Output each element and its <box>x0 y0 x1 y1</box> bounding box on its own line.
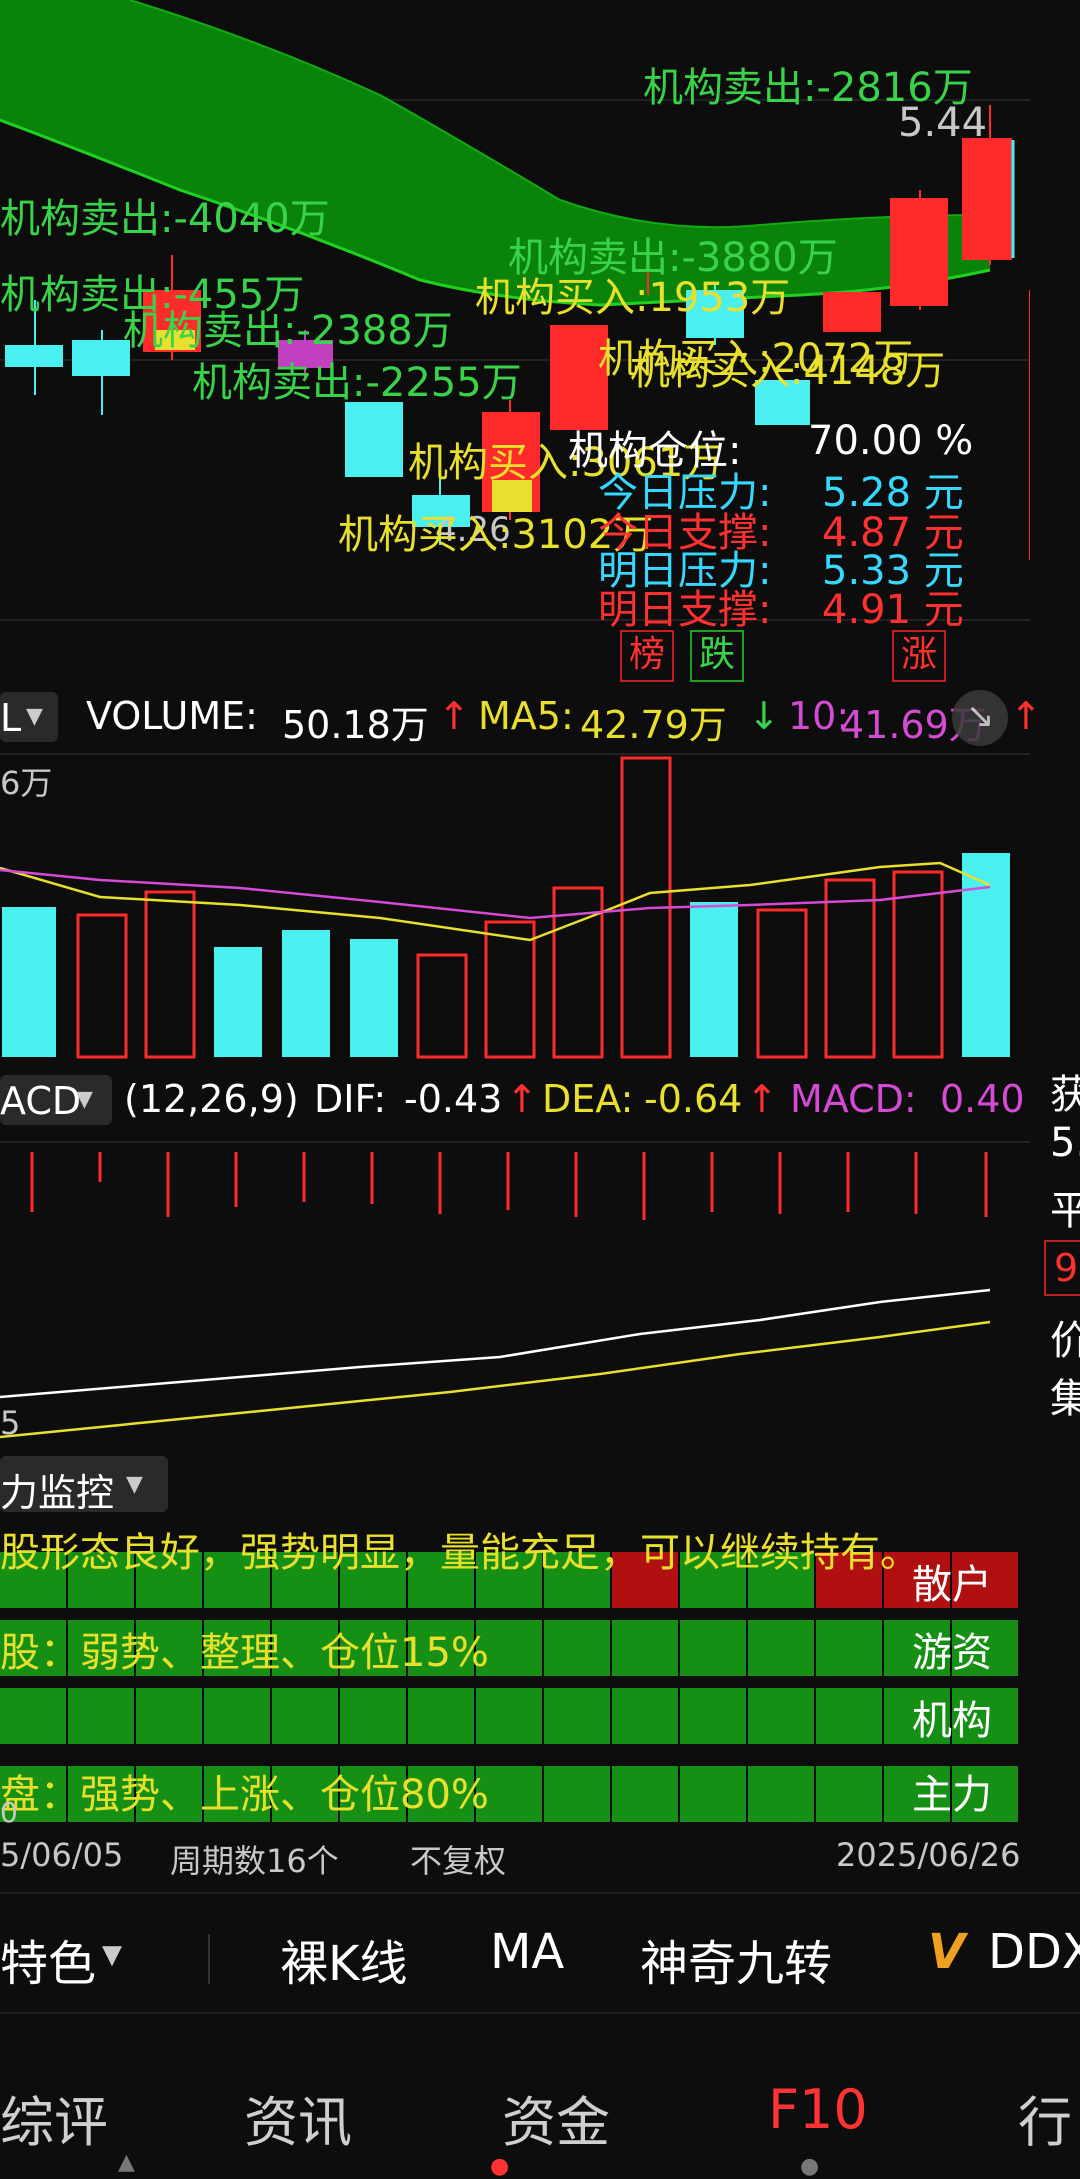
adjust-mode[interactable]: 不复权 <box>410 1836 506 1882</box>
annotation: 机构买入:4148万 <box>630 348 946 394</box>
ma10-line <box>0 868 991 920</box>
chevron-down-icon[interactable]: ▼ <box>102 1940 122 1970</box>
toolbar-item-naked-k[interactable]: 裸K线 <box>280 1924 407 1994</box>
volume-header: L ▼ VOLUME: 50.18万 ↑ MA5: 42.79万 ↓ 10: 4… <box>0 690 1042 747</box>
dif-line <box>0 1288 991 1399</box>
expand-icon[interactable]: ↘ <box>952 690 1008 746</box>
macd-histogram <box>30 1152 988 1220</box>
main-force-text: 盘：强势、上涨、仓位80% <box>0 1772 489 1818</box>
toolbar-item-nine-turns[interactable]: 神奇九转 <box>640 1924 832 1994</box>
status-row-institution <box>0 1688 1020 1744</box>
tab-industry[interactable]: 行 <box>1018 2078 1072 2157</box>
macd-chart-graphics <box>0 1141 1030 1439</box>
side-text: 获 <box>1050 1072 1080 1118</box>
tab-funds[interactable]: 资金 <box>502 2078 610 2157</box>
up-arrow-icon: ↑ <box>1010 694 1042 738</box>
macd-indicator-selector[interactable]: ACD ▼ <box>0 1075 112 1125</box>
chevron-down-icon: ▼ <box>26 704 43 729</box>
monitor-header[interactable]: 力监控 ▼ <box>0 1456 168 1515</box>
up-arrow-icon: ↑ <box>438 694 470 738</box>
macd-axis-label: 5 <box>0 1404 21 1442</box>
dif-label: DIF: <box>314 1077 387 1121</box>
side-panel[interactable]: 获 5. 平 9 价 集 <box>1040 1050 1080 1450</box>
position-value: 70.00 % <box>808 418 974 464</box>
row-label-retail: 散户 <box>912 1562 992 1608</box>
up-arrow-icon: ↑ <box>506 1077 538 1121</box>
dea-value: -0.64 <box>644 1077 743 1121</box>
volume-label: VOLUME: <box>86 694 258 738</box>
tab-indicator-icon: ● <box>800 2154 820 2179</box>
dea-line <box>0 1320 991 1439</box>
side-text: 集 <box>1050 1376 1080 1422</box>
bottom-tab-bar: 综评 资讯 资金 F10 行 ▲ ● ● <box>0 2030 1080 2179</box>
start-date: 5/06/05 <box>0 1836 124 1874</box>
monitor-message: 股形态良好，强势明显，量能充足，可以继续持有。 <box>0 1530 920 1576</box>
toolbar-item-ddx[interactable]: DDX <box>988 1924 1080 1980</box>
v-badge-icon: V <box>928 1924 966 1980</box>
feature-dropdown[interactable]: 特色 <box>0 1924 96 1994</box>
hot-money-text: 股：弱势、整理、仓位15% <box>0 1630 489 1676</box>
up-arrow-icon: ↑ <box>746 1077 778 1121</box>
annotation: 机构卖出:-2816万 <box>643 65 973 111</box>
tab-indicator-icon: ● <box>490 2154 510 2179</box>
monitor-axis-label: 0 <box>0 1796 18 1829</box>
annotation: 机构卖出:-2255万 <box>192 360 522 406</box>
macd-value: 0.40 <box>940 1077 1025 1121</box>
badge-fall: 跌 <box>690 630 744 682</box>
divider <box>0 2012 1080 2014</box>
volume-chart[interactable]: 6万 <box>0 750 1030 1070</box>
side-text: 平 <box>1050 1188 1080 1234</box>
chevron-down-icon: ▼ <box>76 1087 93 1112</box>
volume-axis-label: 6万 <box>0 764 53 802</box>
side-text: 价 <box>1050 1318 1080 1364</box>
macd-label: MACD: <box>790 1077 917 1121</box>
macd-selector-label: ACD <box>0 1079 82 1123</box>
chevron-down-icon: ▼ <box>126 1472 143 1497</box>
row-label-institution: 机构 <box>912 1698 992 1744</box>
ma5-label: MA5: <box>478 694 574 738</box>
divider <box>0 1892 1080 1894</box>
volume-bars <box>2 756 1010 1059</box>
tab-news[interactable]: 资讯 <box>244 2078 352 2157</box>
annotation: 机构卖出:-2388万 <box>123 308 453 354</box>
volume-value: 50.18万 <box>282 703 429 747</box>
cloud-band <box>0 0 990 305</box>
dif-value: -0.43 <box>404 1077 503 1121</box>
indicator-toolbar: 特色 ▼ 裸K线 MA 神奇九转 V DDX <box>0 1900 1080 2010</box>
monitor-panel: 股形态良好，强势明显，量能充足，可以继续持有。 股：弱势、整理、仓位15% 盘：… <box>0 1520 1030 1830</box>
tab-overview[interactable]: 综评 <box>0 2078 108 2157</box>
badge-list: 榜 <box>620 630 674 682</box>
side-badge: 9 <box>1044 1240 1080 1296</box>
tab-f10[interactable]: F10 <box>768 2078 868 2141</box>
tomorrow-support-label: 明日支撑: <box>598 587 772 633</box>
row-label-hot-money: 游资 <box>912 1630 992 1676</box>
price-chart[interactable]: 5.44 4.26 机构卖出:-2816万 机构卖出:-4040万 机构卖出:-… <box>0 0 1030 682</box>
toolbar-separator <box>208 1934 210 1984</box>
chart-footer: 5/06/05 周期数16个 不复权 2025/06/26 <box>0 1836 1030 1882</box>
macd-params: (12,26,9) <box>124 1077 299 1121</box>
volume-chart-graphics <box>0 753 1030 1059</box>
tomorrow-support-value: 4.91 元 <box>822 587 964 633</box>
annotation: 机构卖出:-4040万 <box>0 196 330 242</box>
volume-indicator-selector[interactable]: L ▼ <box>0 692 58 742</box>
row-label-main-force: 主力 <box>912 1772 992 1818</box>
ma5-value: 42.79万 <box>580 703 727 747</box>
down-arrow-icon: ↓ <box>748 694 780 738</box>
macd-header: ACD ▼ (12,26,9) DIF: -0.43 ↑ DEA: -0.64 … <box>0 1073 1040 1129</box>
annotation: 机构买入:1953万 <box>475 275 791 321</box>
period-count: 周期数16个 <box>170 1842 339 1880</box>
monitor-title: 力监控 <box>0 1471 115 1515</box>
dea-label: DEA: <box>542 1077 634 1121</box>
volume-selector-label: L <box>0 696 22 740</box>
toolbar-item-ma[interactable]: MA <box>490 1924 564 1980</box>
badge-rise: 涨 <box>892 630 946 682</box>
end-date: 2025/06/26 <box>836 1836 1021 1874</box>
side-text: 5. <box>1050 1120 1080 1166</box>
tab-indicator-icon: ▲ <box>118 2150 135 2175</box>
macd-chart[interactable]: 5 <box>0 1132 1030 1447</box>
